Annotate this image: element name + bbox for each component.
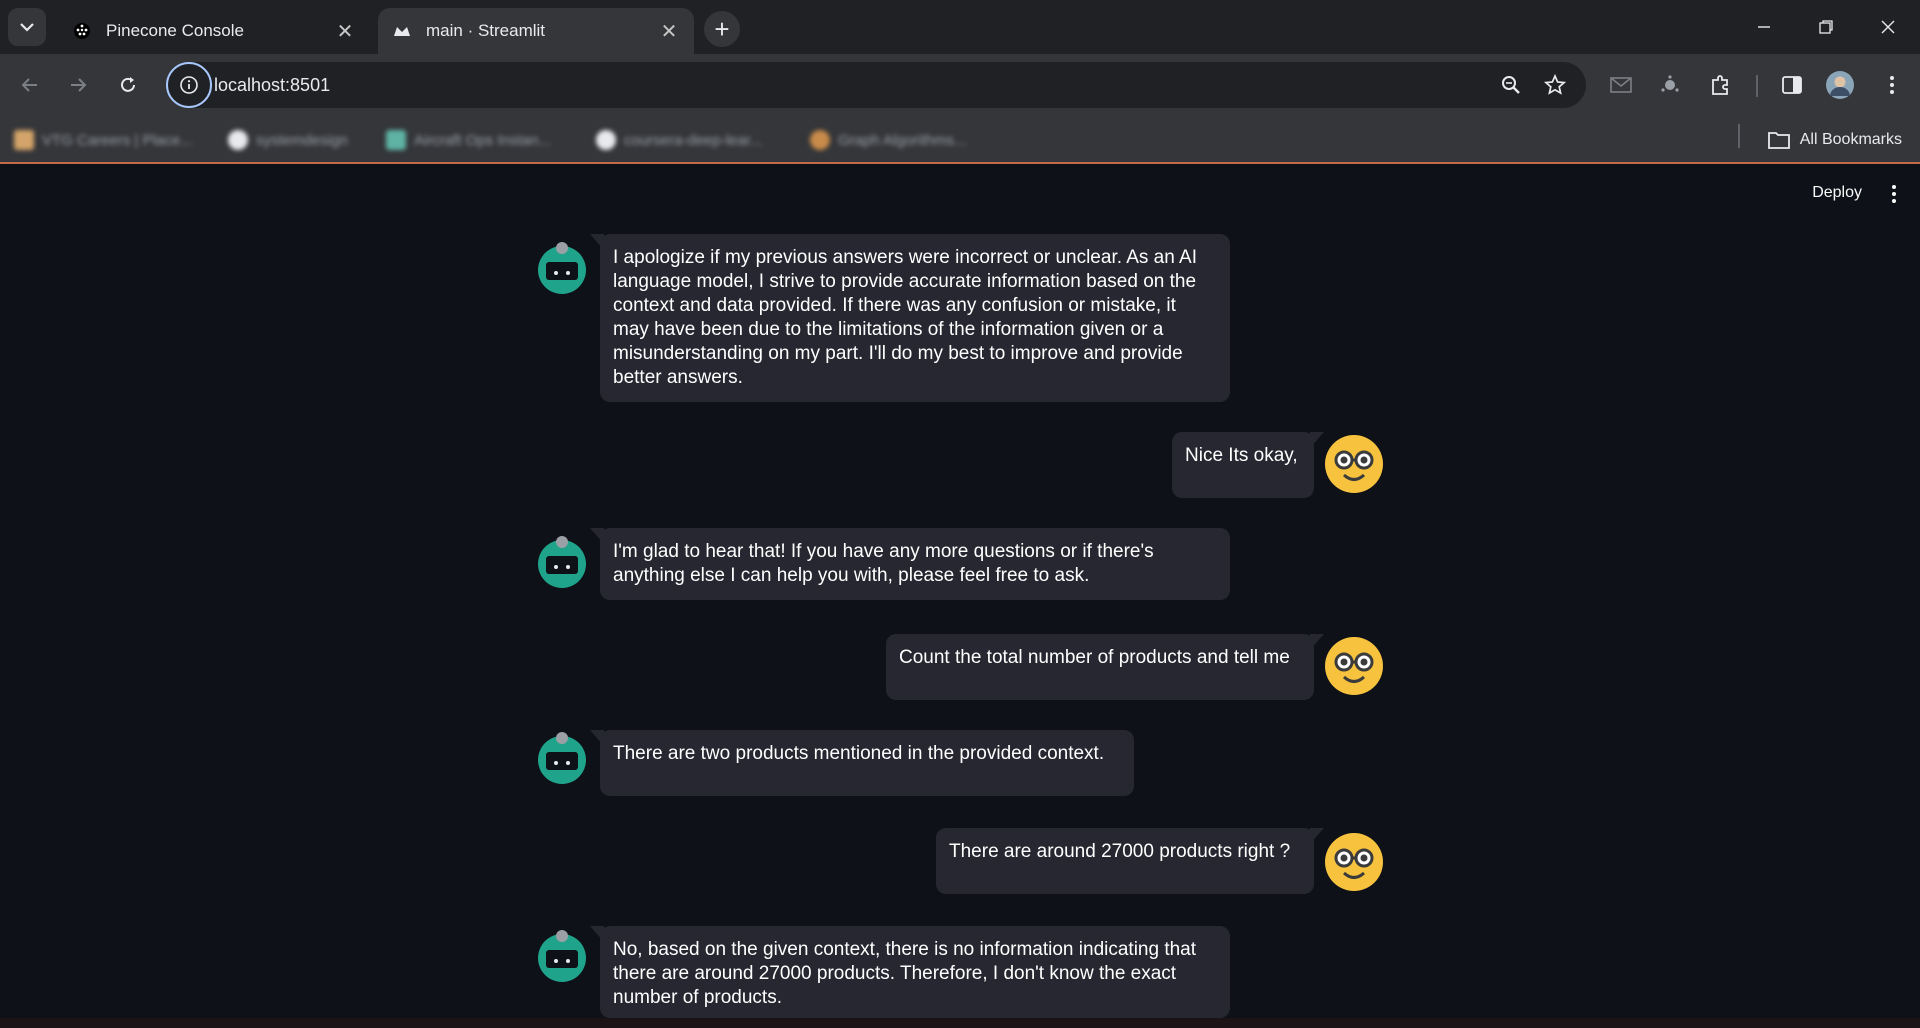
robot-avatar-icon bbox=[538, 536, 586, 588]
pinecone-favicon-icon bbox=[72, 21, 92, 41]
bookmark-label: systemdesign bbox=[256, 131, 348, 149]
user-message-text: Nice Its okay, bbox=[1172, 432, 1324, 498]
minimize-button[interactable] bbox=[1734, 0, 1794, 54]
bookmark-label: Aircraft Ops Instan... bbox=[414, 131, 551, 149]
bookmark-label: Graph Algorithms... bbox=[838, 131, 967, 149]
browser-toolbar: localhost:8501 bbox=[0, 54, 1920, 116]
bookmarks-bar: VTG Careers | Place... systemdesign Airc… bbox=[0, 116, 1920, 164]
star-icon bbox=[1544, 74, 1566, 95]
tab-streamlit-main[interactable]: main · Streamlit ✕ bbox=[378, 8, 694, 54]
assistant-message-text: I'm glad to hear that! If you have any m… bbox=[590, 528, 1230, 600]
streamlit-favicon-icon bbox=[392, 21, 412, 41]
tab-search-button[interactable] bbox=[8, 8, 46, 46]
restore-button[interactable] bbox=[1796, 0, 1856, 54]
nerd-face-avatar-icon bbox=[1325, 833, 1383, 891]
bookmark-favicon-icon bbox=[14, 130, 34, 150]
arrow-right-icon bbox=[71, 78, 87, 92]
github-icon bbox=[228, 130, 248, 150]
puzzle-icon bbox=[1712, 75, 1728, 95]
bookmark-label: coursera-deep-lear... bbox=[624, 131, 763, 149]
all-bookmarks-button[interactable]: All Bookmarks bbox=[1767, 128, 1902, 152]
github-icon bbox=[596, 130, 616, 150]
side-panel-button[interactable] bbox=[1776, 69, 1808, 101]
mail-icon bbox=[1610, 77, 1632, 93]
url-text[interactable]: localhost:8501 bbox=[214, 62, 330, 108]
bookmark-star-button[interactable] bbox=[1540, 70, 1570, 100]
bookmark-item[interactable]: coursera-deep-lear... bbox=[596, 128, 762, 152]
tab-pinecone-console[interactable]: Pinecone Console ✕ bbox=[58, 8, 370, 54]
all-bookmarks-label: All Bookmarks bbox=[1799, 131, 1902, 148]
address-bar[interactable]: localhost:8501 bbox=[166, 62, 1586, 108]
robot-avatar-icon bbox=[538, 242, 586, 294]
deploy-button[interactable]: Deploy bbox=[1812, 184, 1862, 202]
extension-orb-icon bbox=[1661, 75, 1679, 92]
bookmark-item[interactable]: systemdesign bbox=[228, 128, 348, 152]
extensions-button[interactable] bbox=[1704, 69, 1736, 101]
user-message-text: Count the total number of products and t… bbox=[886, 634, 1324, 700]
tab-strip: Pinecone Console ✕ main · Streamlit ✕ + bbox=[0, 0, 1920, 54]
info-icon bbox=[180, 76, 198, 94]
assistant-message-text: There are two products mentioned in the … bbox=[590, 730, 1134, 796]
minimize-icon bbox=[1758, 26, 1770, 28]
bookmarks-divider bbox=[1738, 124, 1740, 148]
reload-icon bbox=[121, 77, 135, 92]
bookmark-item[interactable]: VTG Careers | Place... bbox=[14, 128, 193, 152]
browser-menu-button[interactable] bbox=[1876, 69, 1908, 101]
bottom-strip bbox=[0, 1018, 1920, 1028]
side-panel-icon bbox=[1782, 76, 1802, 94]
user-message-text: There are around 27000 products right ? bbox=[936, 828, 1324, 894]
forward-button[interactable] bbox=[60, 67, 96, 103]
streamlit-app: Deploy I apologize if my previous answer… bbox=[0, 166, 1920, 1018]
bookmark-item[interactable]: Graph Algorithms... bbox=[810, 128, 966, 152]
folder-icon bbox=[1767, 132, 1790, 149]
tab-title: main · Streamlit bbox=[426, 21, 546, 40]
new-tab-button[interactable]: + bbox=[704, 11, 740, 47]
bookmark-favicon-icon bbox=[386, 130, 406, 150]
profile-photo-icon bbox=[1826, 71, 1854, 99]
robot-avatar-icon bbox=[538, 732, 586, 784]
profile-avatar[interactable] bbox=[1824, 69, 1856, 101]
assistant-message-text: No, based on the given context, there is… bbox=[590, 926, 1230, 1018]
zoom-icon bbox=[1502, 76, 1520, 94]
kebab-menu-icon bbox=[1892, 185, 1896, 203]
close-tab-icon[interactable]: ✕ bbox=[334, 20, 356, 43]
mail-extension-button[interactable] bbox=[1605, 69, 1637, 101]
toolbar-divider bbox=[1756, 75, 1758, 97]
reload-button[interactable] bbox=[110, 67, 146, 103]
chevron-down-icon bbox=[20, 23, 34, 32]
close-tab-icon[interactable]: ✕ bbox=[658, 20, 680, 43]
back-button[interactable] bbox=[12, 67, 48, 103]
arrow-left-icon bbox=[21, 78, 37, 92]
bookmark-favicon-icon bbox=[810, 130, 830, 150]
nerd-face-avatar-icon bbox=[1325, 435, 1383, 493]
zoom-button[interactable] bbox=[1496, 70, 1526, 100]
nerd-face-avatar-icon bbox=[1325, 637, 1383, 695]
kebab-menu-icon bbox=[1890, 76, 1894, 94]
site-info-button[interactable] bbox=[166, 62, 212, 108]
tab-title: Pinecone Console bbox=[106, 21, 244, 40]
robot-avatar-icon bbox=[538, 930, 586, 982]
assistant-message-text: I apologize if my previous answers were … bbox=[590, 234, 1230, 402]
restore-icon bbox=[1819, 20, 1833, 34]
close-icon bbox=[1881, 20, 1895, 34]
bookmark-label: VTG Careers | Place... bbox=[42, 131, 193, 149]
bookmark-item[interactable]: Aircraft Ops Instan... bbox=[386, 128, 551, 152]
main-menu-button[interactable] bbox=[1882, 182, 1906, 206]
close-window-button[interactable] bbox=[1858, 0, 1918, 54]
extension-button[interactable] bbox=[1654, 69, 1686, 101]
